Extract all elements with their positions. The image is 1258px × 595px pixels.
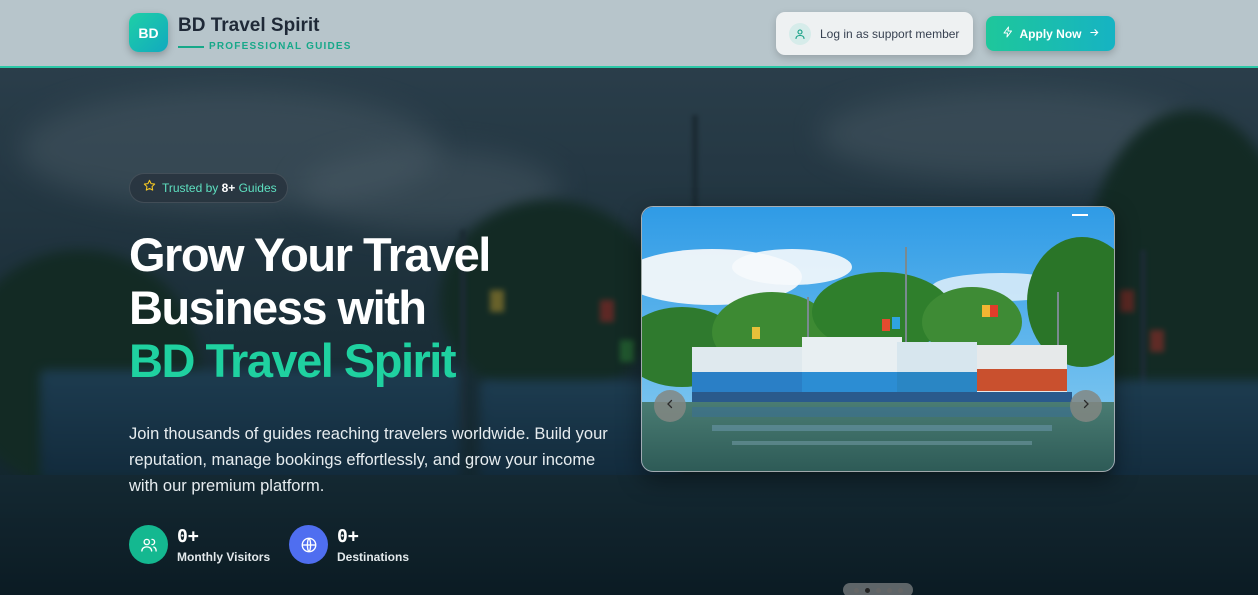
hero-heading-line1: Grow Your Travel — [129, 228, 491, 281]
stat-label: Monthly Visitors — [177, 549, 271, 564]
apply-now-button[interactable]: Apply Now — [986, 16, 1115, 51]
globe-icon — [289, 525, 328, 564]
star-icon — [143, 179, 156, 197]
brand-title[interactable]: BD Travel Spirit — [178, 15, 320, 37]
lightning-icon — [1002, 25, 1014, 43]
carousel-dot[interactable] — [897, 587, 903, 593]
hero-heading: Grow Your Travel Business with BD Travel… — [129, 228, 491, 387]
stat-destinations: 0+ Destinations — [289, 525, 409, 564]
stat-monthly-visitors: 0+ Monthly Visitors — [129, 525, 270, 564]
brand-divider — [178, 46, 204, 48]
carousel-slide-image[interactable] — [641, 206, 1115, 472]
carousel-next-button[interactable] — [1070, 390, 1102, 422]
trust-label: Trusted by 8+ Guides — [162, 181, 277, 195]
apply-now-label: Apply Now — [1019, 26, 1082, 41]
support-login-button[interactable]: Log in as support member — [776, 12, 973, 55]
hero-heading-accent: BD Travel Spirit — [129, 334, 456, 387]
carousel-dot[interactable] — [853, 587, 859, 593]
support-login-label: Log in as support member — [820, 26, 960, 41]
users-icon — [129, 525, 168, 564]
carousel-pagination — [843, 583, 913, 595]
chevron-left-icon — [664, 397, 676, 415]
stat-value: 0+ — [337, 525, 359, 547]
hero-description: Join thousands of guides reaching travel… — [129, 425, 608, 495]
carousel-dot[interactable] — [886, 587, 892, 593]
logo-badge[interactable]: BD — [129, 13, 168, 52]
site-header: BD BD Travel Spirit PROFESSIONAL GUIDES … — [0, 0, 1258, 68]
stat-value: 0+ — [177, 525, 199, 547]
carousel-menu-indicator — [1072, 214, 1088, 216]
carousel-dot-active[interactable] — [864, 587, 870, 593]
carousel-prev-button[interactable] — [654, 390, 686, 422]
trust-badge: Trusted by 8+ Guides — [129, 173, 288, 203]
user-icon — [789, 22, 811, 45]
brand-subtitle: PROFESSIONAL GUIDES — [209, 41, 352, 52]
hero-heading-line2: Business with — [129, 281, 427, 334]
stat-label: Destinations — [337, 549, 410, 564]
arrow-right-icon — [1089, 25, 1100, 43]
chevron-right-icon — [1080, 397, 1092, 415]
carousel-dot[interactable] — [875, 587, 881, 593]
